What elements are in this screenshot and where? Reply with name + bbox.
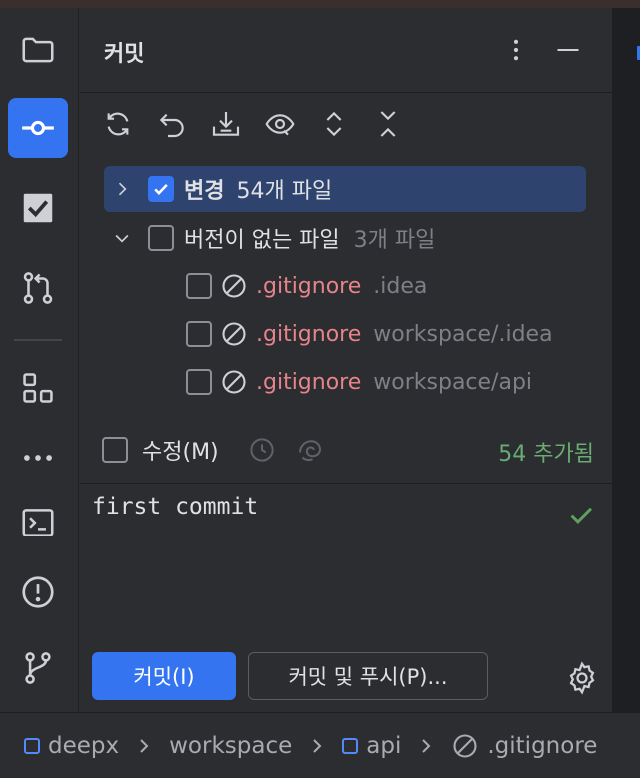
breadcrumb-label: .gitignore [487,732,598,759]
file-path: .idea [373,273,428,299]
unversioned-label: 버전이 없는 파일 [184,228,340,253]
panel-title: 커밋 [104,42,145,67]
panel-header: 커밋 [80,8,612,93]
amend-label[interactable]: 수정(M) [142,434,219,466]
window-top-strip [0,0,640,8]
more-icon [24,455,52,461]
project-tool-button[interactable] [8,20,68,80]
terminal-tool-button[interactable] [8,496,68,536]
file-checkbox[interactable] [186,369,212,395]
minimize-icon [557,48,579,52]
file-checkbox[interactable] [186,273,212,299]
checkmark-icon [154,183,168,195]
rollback-button[interactable] [154,106,190,142]
commit-and-push-button[interactable]: 커밋 및 푸시(P)... [248,652,488,700]
problems-tool-button[interactable] [8,562,68,622]
terminal-icon [22,509,54,536]
eye-icon [265,114,295,136]
todo-tool-button[interactable] [8,178,68,238]
file-name: .gitignore [256,321,362,347]
pull-requests-icon [23,272,53,304]
tool-window-strip [0,8,79,712]
breadcrumb-bar: deepx workspace api .gitignore [0,712,640,778]
git-tool-button[interactable] [8,638,68,698]
file-row[interactable]: .gitignore workspace/api [186,359,532,405]
collapse-all-button[interactable] [370,106,406,142]
git-branch-icon [25,652,51,684]
breadcrumb-label: deepx [48,732,120,759]
changes-checkbox[interactable] [148,176,174,202]
ignored-file-icon [222,370,246,394]
unversioned-group-row[interactable]: 버전이 없는 파일 3개 파일 [104,215,586,261]
ai-swirl-icon[interactable] [295,435,325,465]
commit-message-editor[interactable]: first commit [80,483,612,643]
commit-message-text[interactable]: first commit [92,494,258,520]
added-count: 54 추가됨 [498,442,594,467]
ignored-file-icon [453,733,477,758]
editor-edge [612,8,640,712]
expand-all-button[interactable] [316,106,352,142]
ignored-file-icon [222,274,246,298]
download-icon [212,112,240,136]
module-icon [342,737,359,754]
commit-icon [22,120,54,136]
check-icon [570,507,593,524]
minimize-button[interactable] [550,34,586,66]
chevron-right-icon [140,738,149,753]
structure-icon [23,373,53,403]
expand-icon [326,111,342,137]
commit-tool-button[interactable] [8,98,68,158]
clock-icon[interactable] [247,435,277,465]
file-path: workspace/.idea [373,321,553,347]
file-name: .gitignore [256,369,362,395]
problems-icon [22,576,54,608]
unversioned-count: 3개 파일 [353,228,436,253]
changes-count: 54개 파일 [236,179,333,204]
breadcrumb-item[interactable]: deepx [24,733,119,759]
refresh-icon [107,112,129,136]
vertical-dots-icon [513,39,519,61]
options-button[interactable] [498,34,534,66]
project-folder-icon [22,37,54,63]
breadcrumb-item[interactable]: api [342,733,401,759]
file-path: workspace/api [373,369,533,395]
commit-button[interactable]: 커밋(I) [92,652,236,700]
file-row[interactable]: .gitignore workspace/.idea [186,311,553,357]
ignored-file-icon [222,322,246,346]
file-row[interactable]: .gitignore .idea [186,263,427,309]
chevron-down-icon[interactable] [108,224,136,252]
chevron-right-icon[interactable] [108,175,136,203]
update-button[interactable] [208,106,244,142]
changes-label: 변경 [184,179,225,204]
collapse-icon [380,111,396,137]
breadcrumb-item[interactable]: .gitignore [451,732,597,760]
file-checkbox[interactable] [186,321,212,347]
chevron-right-icon [422,738,431,753]
file-name: .gitignore [256,273,362,299]
module-icon [24,737,40,754]
commit-panel: 커밋 변경 54개 파일 버전이 없는 파일 3개 파일 .gitignore … [80,8,612,712]
show-diff-button[interactable] [262,106,298,142]
breadcrumb-item[interactable]: workspace [169,733,292,759]
pull-requests-tool-button[interactable] [8,258,68,318]
gear-icon[interactable] [564,660,600,696]
amend-checkbox[interactable] [102,437,128,463]
tool-separator [14,339,62,341]
breadcrumb-label: workspace [169,732,293,759]
undo-icon [159,113,184,138]
refresh-button[interactable] [100,106,136,142]
breadcrumb-label: api [366,732,402,759]
chevron-right-icon [313,738,322,753]
todo-check-icon [23,193,53,223]
structure-tool-button[interactable] [8,358,68,418]
changes-group-row[interactable]: 변경 54개 파일 [104,166,586,212]
more-tools-button[interactable] [8,438,68,478]
changes-toolbar [100,106,406,146]
unversioned-checkbox[interactable] [148,225,174,251]
